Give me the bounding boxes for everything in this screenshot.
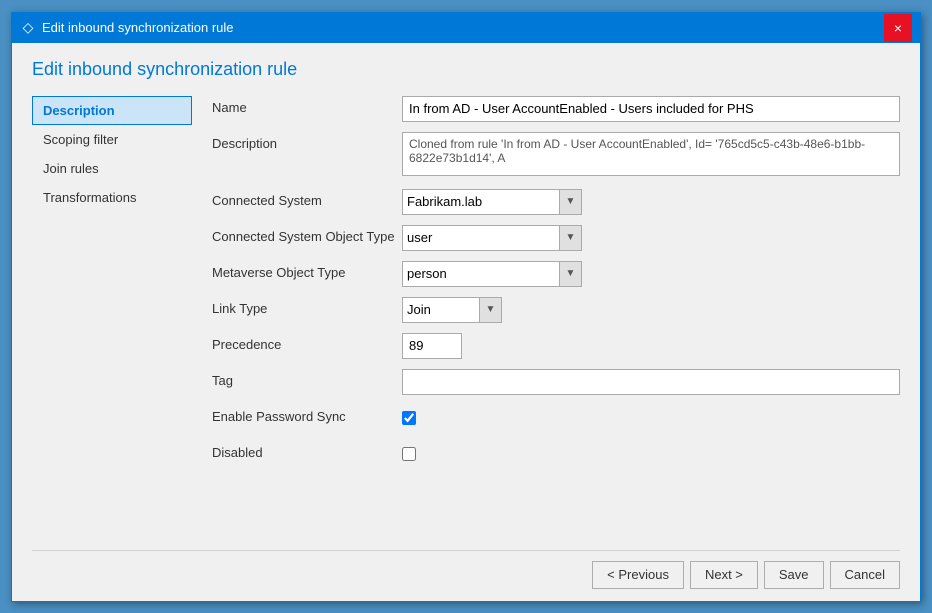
precedence-label: Precedence (212, 333, 402, 352)
sidebar-item-transformations[interactable]: Transformations (32, 183, 192, 212)
link-type-select-arrow[interactable]: ▼ (479, 298, 501, 322)
title-bar-title: Edit inbound synchronization rule (42, 20, 234, 35)
save-button[interactable]: Save (764, 561, 824, 589)
link-type-label: Link Type (212, 297, 402, 316)
enable-password-sync-label: Enable Password Sync (212, 405, 402, 424)
csot-select-wrapper: user ▼ (402, 225, 582, 251)
enable-password-sync-wrapper (402, 405, 900, 431)
enable-password-sync-control (402, 405, 900, 431)
link-type-control: Join ▼ (402, 297, 900, 323)
description-control (402, 132, 900, 179)
form-row-disabled: Disabled (212, 441, 900, 467)
form-row-name: Name (212, 96, 900, 122)
cancel-button[interactable]: Cancel (830, 561, 900, 589)
content-area: Edit inbound synchronization rule Descri… (12, 43, 920, 601)
connected-system-select-arrow[interactable]: ▼ (559, 190, 581, 214)
csot-control: user ▼ (402, 225, 900, 251)
form-row-precedence: Precedence (212, 333, 900, 359)
link-type-select-wrapper: Join ▼ (402, 297, 502, 323)
main-window: ◇ Edit inbound synchronization rule × Ed… (11, 12, 921, 602)
disabled-control (402, 441, 900, 467)
title-bar: ◇ Edit inbound synchronization rule × (12, 13, 920, 43)
close-button[interactable]: × (884, 14, 912, 42)
mvot-select[interactable]: person (403, 262, 559, 286)
description-label: Description (212, 132, 402, 151)
mvot-select-wrapper: person ▼ (402, 261, 582, 287)
disabled-checkbox[interactable] (402, 447, 416, 461)
tag-control (402, 369, 900, 395)
link-type-select[interactable]: Join (403, 298, 479, 322)
name-label: Name (212, 96, 402, 115)
name-input[interactable] (402, 96, 900, 122)
form-row-enable-password-sync: Enable Password Sync (212, 405, 900, 431)
connected-system-select-wrapper: Fabrikam.lab ▼ (402, 189, 582, 215)
next-button[interactable]: Next > (690, 561, 758, 589)
form-row-link-type: Link Type Join ▼ (212, 297, 900, 323)
page-title: Edit inbound synchronization rule (32, 59, 900, 80)
app-icon: ◇ (20, 20, 36, 36)
csot-select-arrow[interactable]: ▼ (559, 226, 581, 250)
sidebar: Description Scoping filter Join rules Tr… (32, 96, 192, 542)
tag-input[interactable] (402, 369, 900, 395)
connected-system-label: Connected System (212, 189, 402, 208)
connected-system-select[interactable]: Fabrikam.lab (403, 190, 559, 214)
csot-label: Connected System Object Type (212, 225, 402, 244)
precedence-input[interactable] (402, 333, 462, 359)
sidebar-item-scoping-filter[interactable]: Scoping filter (32, 125, 192, 154)
previous-button[interactable]: < Previous (592, 561, 684, 589)
footer: < Previous Next > Save Cancel (32, 550, 900, 589)
sidebar-item-description[interactable]: Description (32, 96, 192, 125)
precedence-control (402, 333, 900, 359)
name-control (402, 96, 900, 122)
form-row-description: Description (212, 132, 900, 179)
title-bar-left: ◇ Edit inbound synchronization rule (20, 20, 234, 36)
form-row-mvot: Metaverse Object Type person ▼ (212, 261, 900, 287)
mvot-control: person ▼ (402, 261, 900, 287)
tag-label: Tag (212, 369, 402, 388)
csot-select[interactable]: user (403, 226, 559, 250)
enable-password-sync-checkbox[interactable] (402, 411, 416, 425)
form-row-connected-system: Connected System Fabrikam.lab ▼ (212, 189, 900, 215)
disabled-wrapper (402, 441, 900, 467)
main-content: Description Scoping filter Join rules Tr… (32, 96, 900, 542)
mvot-label: Metaverse Object Type (212, 261, 402, 280)
connected-system-control: Fabrikam.lab ▼ (402, 189, 900, 215)
form-row-tag: Tag (212, 369, 900, 395)
disabled-label: Disabled (212, 441, 402, 460)
mvot-select-arrow[interactable]: ▼ (559, 262, 581, 286)
description-input[interactable] (402, 132, 900, 176)
sidebar-item-join-rules[interactable]: Join rules (32, 154, 192, 183)
form-row-csot: Connected System Object Type user ▼ (212, 225, 900, 251)
form-area: Name Description Connected System (192, 96, 900, 542)
